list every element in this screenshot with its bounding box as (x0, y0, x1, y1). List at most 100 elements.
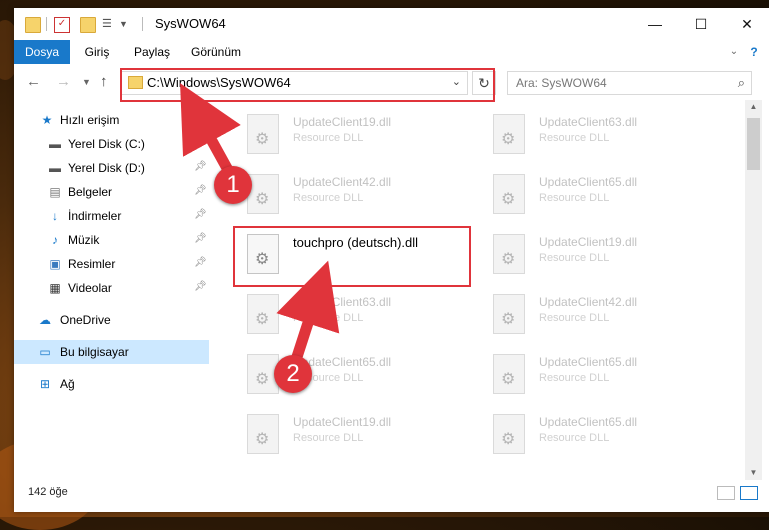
gear-icon: ⚙ (255, 191, 270, 208)
sidebar-item-label: Müzik (68, 233, 100, 247)
pin-icon[interactable]: 📌︎ (194, 209, 207, 220)
ribbon-expand-chevron-icon[interactable]: ⌄ (726, 40, 742, 64)
folder-icon (25, 17, 41, 33)
file-item[interactable]: ⚙ UpdateClient65.dll Resource DLL (229, 346, 459, 402)
file-item[interactable]: ⚙ UpdateClient19.dll Resource DLL (475, 226, 705, 282)
scroll-up-arrow-icon[interactable]: ▲ (745, 100, 762, 114)
pin-icon[interactable]: 📌︎ (194, 281, 207, 292)
pin-icon[interactable]: 📌︎ (194, 161, 207, 172)
cloud-icon: ☁ (39, 313, 51, 327)
close-button[interactable]: ✕ (724, 8, 769, 40)
file-name: UpdateClient19.dll (293, 415, 392, 429)
sidebar-item-onedrive[interactable]: ☁ OneDrive (14, 308, 209, 332)
tiles-view-icon[interactable] (740, 486, 758, 500)
sidebar-item-label: OneDrive (60, 313, 111, 327)
dll-file-icon: ⚙ (493, 354, 525, 394)
address-bar-highlight (120, 68, 495, 102)
document-icon: ▤ (49, 185, 61, 199)
dll-file-icon: ⚙ (247, 294, 279, 334)
file-item[interactable]: ⚙ UpdateClient63.dll Resource DLL (475, 106, 705, 162)
file-name: UpdateClient65.dll (539, 355, 638, 369)
back-arrow-icon[interactable]: ← (26, 73, 41, 90)
search-placeholder: Ara: SysWOW64 (516, 76, 607, 90)
music-icon: ♪ (52, 233, 58, 247)
file-type: Resource DLL (539, 252, 610, 264)
video-icon: ▦ (49, 281, 61, 295)
file-item[interactable]: ⚙ UpdateClient65.dll Resource DLL (475, 166, 705, 222)
sidebar-item-this-pc[interactable]: ▭ Bu bilgisayar (14, 340, 209, 364)
file-name: UpdateClient63.dll (539, 115, 638, 129)
sidebar-item-quick-access[interactable]: ★ Hızlı erişim (14, 108, 209, 132)
status-bar: 142 öğe (14, 482, 769, 504)
sidebar-item-local-disk-d[interactable]: ▬ Yerel Disk (D:) 📌︎ (14, 156, 209, 180)
pin-icon[interactable]: 📌︎ (194, 233, 207, 244)
file-item[interactable]: ⚙ UpdateClient65.dll Resource DLL (475, 406, 705, 462)
file-item[interactable]: ⚙ UpdateClient42.dll Resource DLL (229, 166, 459, 222)
sidebar-item-pictures[interactable]: ▣ Resimler 📌︎ (14, 252, 209, 276)
gear-icon: ⚙ (501, 431, 516, 448)
file-highlight (233, 226, 471, 287)
step-1-badge: 1 (214, 166, 252, 204)
sidebar-item-local-disk-c[interactable]: ▬ Yerel Disk (C:) 📌︎ (14, 132, 209, 156)
gear-icon: ⚙ (255, 311, 270, 328)
help-icon[interactable]: ? (746, 40, 762, 64)
file-item[interactable]: ⚙ UpdateClient63.dll Resource DLL (229, 286, 459, 342)
sidebar-item-documents[interactable]: ▤ Belgeler 📌︎ (14, 180, 209, 204)
star-icon: ★ (41, 113, 53, 127)
gear-icon: ⚙ (255, 431, 270, 448)
sidebar-item-videos[interactable]: ▦ Videolar 📌︎ (14, 276, 209, 300)
new-folder-icon[interactable] (80, 17, 96, 33)
vertical-scrollbar[interactable]: ▲ ▼ (745, 100, 762, 480)
file-name: UpdateClient65.dll (539, 175, 638, 189)
pin-icon[interactable]: 📌︎ (194, 137, 207, 148)
gear-icon: ⚙ (501, 131, 516, 148)
tab-view[interactable]: Görünüm (184, 40, 248, 64)
sidebar-item-label: Resimler (68, 257, 116, 271)
drive-icon: ▬ (49, 137, 61, 151)
divider (142, 17, 143, 31)
tab-home[interactable]: Giriş (74, 40, 120, 64)
dll-file-icon: ⚙ (493, 114, 525, 154)
title-bar: ✓ ☰ ▼ SysWOW64 — ☐ ✕ (14, 8, 769, 40)
tab-share[interactable]: Paylaş (124, 40, 180, 64)
pin-icon[interactable]: 📌︎ (194, 257, 207, 268)
forward-arrow-icon[interactable]: → (56, 73, 71, 90)
sidebar-item-label: Hızlı erişim (60, 113, 120, 127)
minimize-button[interactable]: — (632, 8, 678, 40)
file-name: UpdateClient63.dll (293, 295, 392, 309)
file-item[interactable]: ⚙ UpdateClient65.dll Resource DLL (475, 346, 705, 402)
dll-file-icon: ⚙ (247, 414, 279, 454)
pin-icon[interactable]: 📌︎ (194, 185, 207, 196)
gear-icon: ⚙ (501, 311, 516, 328)
sidebar-item-network[interactable]: ⊞ Ağ (14, 372, 209, 396)
file-item[interactable]: ⚙ UpdateClient19.dll Resource DLL (229, 406, 459, 462)
details-view-icon[interactable] (717, 486, 735, 500)
navigation-pane: ★ Hızlı erişim ▬ Yerel Disk (C:) 📌︎ ▬ Ye… (14, 106, 209, 478)
file-type: Resource DLL (539, 372, 610, 384)
scrollbar-thumb[interactable] (747, 118, 760, 170)
file-list: ⚙ UpdateClient19.dll Resource DLL ⚙ Upda… (219, 100, 744, 480)
dll-file-icon: ⚙ (493, 294, 525, 334)
gear-icon: ⚙ (501, 251, 516, 268)
up-arrow-icon[interactable]: ↑ (100, 73, 108, 90)
scroll-down-arrow-icon[interactable]: ▼ (745, 466, 762, 480)
search-icon: ⌕ (737, 75, 745, 90)
sidebar-item-music[interactable]: ♪ Müzik 📌︎ (14, 228, 209, 252)
maximize-button[interactable]: ☐ (678, 8, 724, 40)
search-input[interactable]: Ara: SysWOW64 ⌕ (507, 71, 752, 95)
file-item[interactable]: ⚙ UpdateClient19.dll Resource DLL (229, 106, 459, 162)
chevron-down-icon[interactable]: ▼ (119, 17, 133, 31)
sidebar-item-label: Videolar (68, 281, 112, 295)
tab-file[interactable]: Dosya (14, 40, 70, 64)
file-name: UpdateClient19.dll (539, 235, 638, 249)
gear-icon: ⚙ (501, 191, 516, 208)
file-type: Resource DLL (539, 312, 610, 324)
sidebar-item-downloads[interactable]: ↓ İndirmeler 📌︎ (14, 204, 209, 228)
window-title: SysWOW64 (155, 16, 226, 31)
recent-locations-chevron-icon[interactable]: ▼ (82, 77, 91, 87)
dll-file-icon: ⚙ (247, 174, 279, 214)
customize-toolbar-icon[interactable]: ☰ (102, 17, 116, 31)
properties-icon[interactable]: ✓ (54, 17, 70, 33)
ribbon-tabs: Dosya Giriş Paylaş Görünüm ⌄ ? (14, 40, 769, 64)
file-item[interactable]: ⚙ UpdateClient42.dll Resource DLL (475, 286, 705, 342)
